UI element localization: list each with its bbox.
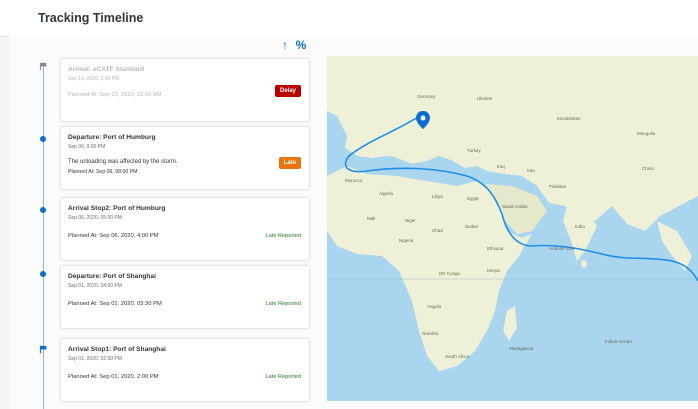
map-label: DR Congo — [439, 271, 461, 276]
item-planned: Planned At: Sep 01, 2020, 2:00 PM — [68, 374, 159, 380]
dot-icon — [40, 271, 46, 277]
map-label: Ethiopia — [487, 246, 504, 251]
map-label: Indian Ocean — [605, 339, 632, 344]
map-label: Turkey — [467, 148, 481, 153]
map-label: Germany — [417, 94, 436, 99]
flag-icon — [39, 345, 47, 354]
item-title: Departure: Port of Humburg — [68, 134, 156, 141]
map-label: Algeria — [379, 191, 394, 196]
map-label: South Africa — [445, 354, 470, 359]
map-label: Sudan — [465, 224, 479, 229]
map-label: Kazakhstan — [557, 116, 581, 121]
timeline-item[interactable]: Arrival: eCATF Standard Sep 10, 2020, 3:… — [60, 58, 310, 122]
map-label: India — [575, 224, 585, 229]
map-label: Saudi Arabia — [502, 204, 528, 209]
map-label: Madagascar — [509, 346, 534, 351]
item-time: Sep 10, 2020, 3:00 PM — [68, 76, 120, 82]
map-label: Angola — [427, 304, 442, 309]
status-text: Late Reported — [265, 233, 301, 239]
madagascar-land — [503, 306, 517, 341]
item-title: Arrival Stop1: Port of Shanghai — [68, 346, 166, 353]
map-label: Iran — [527, 168, 535, 173]
map-label: Mali — [367, 216, 376, 221]
arrow-up-icon[interactable]: ↑ — [278, 38, 292, 52]
item-time: Sep 06, 2020, 05:00 PM — [68, 215, 122, 221]
item-title: Arrival: eCATF Standard — [68, 66, 145, 73]
map-label: Morocco — [345, 178, 363, 183]
dot-icon — [40, 207, 46, 213]
late-badge: Late — [278, 157, 301, 169]
se-asia-land — [657, 221, 692, 271]
item-planned: Planned At: Sep 06, 2020, 4:00 PM — [68, 233, 159, 239]
item-title: Departure: Port of Shanghai — [68, 273, 156, 280]
map-label: Ukraine — [477, 96, 493, 101]
timeline-item[interactable]: Departure: Port of Humburg Sep 06, 9:00 … — [60, 126, 310, 190]
timeline-line — [43, 62, 44, 409]
map-label: Chad — [432, 228, 443, 233]
timeline-item[interactable]: Arrival Stop1: Port of Shanghai Sep 01, … — [60, 338, 310, 402]
item-planned: Planned At: Sep 10, 2020, 10:00 AM — [68, 92, 162, 98]
route-map[interactable]: Germany Ukraine Kazakhstan Mongolia Turk… — [327, 56, 698, 401]
delay-badge: Delay — [274, 85, 301, 97]
flag-icon — [39, 62, 47, 71]
item-time: Sep 01, 2020, 02:50 PM — [68, 356, 122, 362]
item-planned: Planned At: Sep 06, 08:00 PM — [68, 169, 138, 175]
map-label: Mongolia — [637, 131, 656, 136]
page-header: Tracking Timeline — [0, 0, 698, 37]
map-label: Niger — [405, 218, 416, 223]
timeline-item[interactable]: Arrival Stop2: Port of Humburg Sep 06, 2… — [60, 197, 310, 261]
map-label: Kenya — [487, 268, 500, 273]
map-label: Nigeria — [399, 238, 414, 243]
item-time: Sep 01, 2020, 04:00 PM — [68, 283, 122, 289]
timeline-item[interactable]: Departure: Port of Shanghai Sep 01, 2020… — [60, 265, 310, 329]
map-label: Arabian Sea — [549, 246, 574, 251]
map-label: Iraq — [497, 164, 505, 169]
item-title: Arrival Stop2: Port of Humburg — [68, 205, 166, 212]
item-note: The unloading was affected by the storm. — [68, 159, 178, 165]
page-title: Tracking Timeline — [38, 11, 144, 25]
percent-icon[interactable]: % — [294, 38, 308, 52]
item-planned: Planned At: Sep 01, 2020, 03:30 PM — [68, 301, 162, 307]
item-time: Sep 06, 9:00 PM — [68, 144, 106, 150]
sri-lanka-land — [581, 260, 587, 268]
dot-icon — [40, 136, 46, 142]
map-label: China — [642, 166, 654, 171]
map-label: Pakistan — [549, 184, 567, 189]
map-label: Libya — [432, 194, 443, 199]
status-text: Late Reported — [265, 374, 301, 380]
map-label: Namibia — [422, 331, 439, 336]
status-text: Late Reported — [265, 301, 301, 307]
map-label: Egypt — [467, 196, 479, 201]
